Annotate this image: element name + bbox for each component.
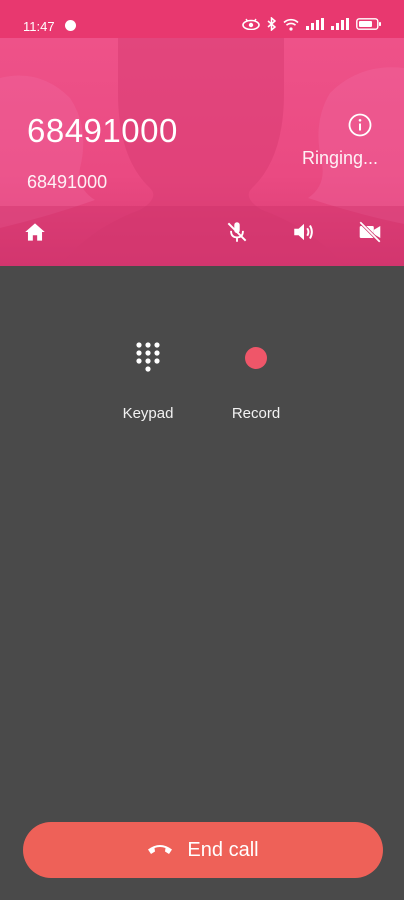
battery-icon	[356, 18, 382, 33]
eye-icon	[242, 18, 260, 33]
home-icon[interactable]	[22, 219, 48, 245]
record-label: Record	[231, 405, 281, 422]
end-call-label: End call	[187, 838, 259, 861]
end-call-button[interactable]: End call	[23, 822, 383, 878]
signal-icon	[331, 18, 349, 33]
wifi-icon	[283, 18, 299, 34]
record-button[interactable]: Record	[216, 340, 296, 422]
call-controls	[0, 219, 404, 245]
record-icon	[216, 340, 296, 376]
notification-icon	[65, 20, 76, 31]
phone-hangup-icon	[147, 839, 173, 862]
mute-mic-icon[interactable]	[224, 219, 250, 245]
keypad-label: Keypad	[122, 405, 174, 422]
keypad-button[interactable]: Keypad	[108, 340, 188, 422]
dialpad-icon	[108, 340, 188, 376]
speaker-icon[interactable]	[291, 219, 317, 245]
video-off-icon[interactable]	[357, 219, 383, 245]
status-bar: 11:47	[0, 0, 404, 38]
caller-header: 68491000 68491000 Ringing...	[0, 38, 404, 266]
caller-sub-number: 68491000	[27, 172, 108, 192]
bluetooth-icon	[267, 16, 277, 34]
status-icons	[242, 16, 382, 34]
info-icon[interactable]	[348, 113, 372, 137]
signal-icon	[306, 18, 324, 33]
caller-number: 68491000	[27, 112, 178, 149]
status-time: 11:47	[23, 19, 55, 34]
call-status: Ringing...	[301, 148, 378, 168]
